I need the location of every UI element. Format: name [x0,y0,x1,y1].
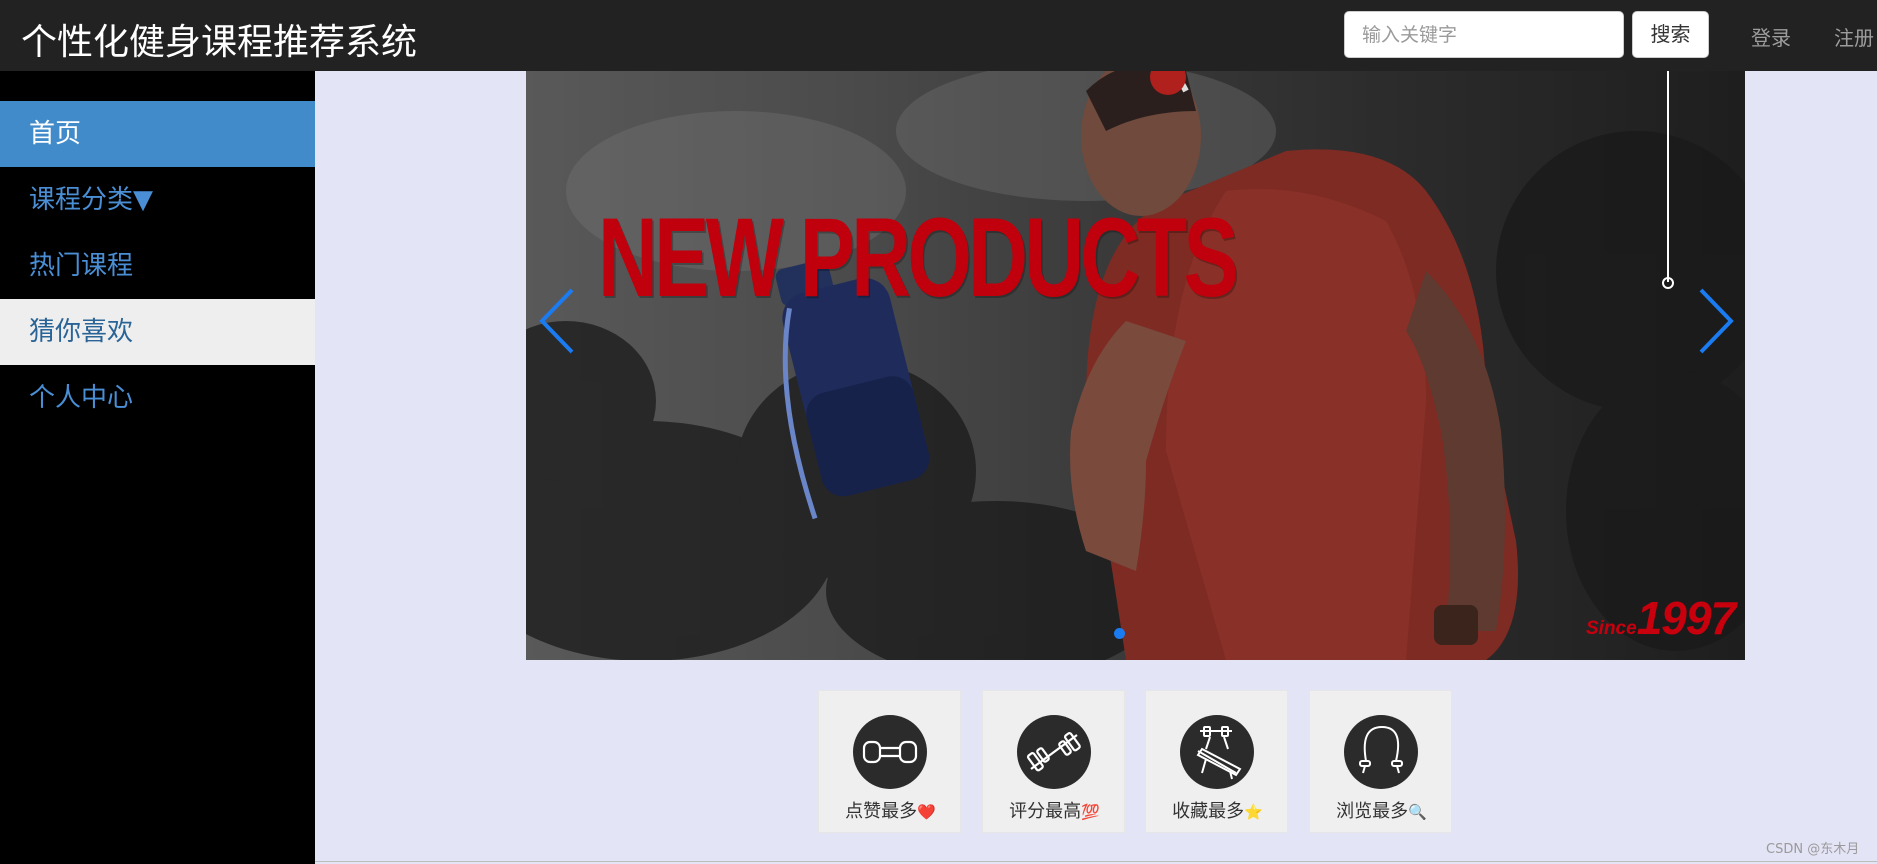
hundred-points-icon: 💯 [1081,803,1100,821]
barbell-icon [1017,715,1091,789]
dumbbell-icon [853,715,927,789]
banner-carousel[interactable]: NEW PRODUCTS Since1997 [526,71,1745,660]
carousel-indicator-dot[interactable] [1114,628,1125,639]
category-card-top-rated[interactable]: 评分最高💯 [982,690,1125,833]
category-card-most-liked[interactable]: 点赞最多❤️ [818,690,961,833]
category-label-text: 收藏最多 [1172,801,1245,822]
category-card-most-favorited[interactable]: 收藏最多⭐ [1145,690,1288,833]
watermark: CSDN @东木月 [1766,842,1860,857]
divider [315,861,1877,862]
search-button[interactable]: 搜索 [1632,11,1709,58]
app-title[interactable]: 个性化健身课程推荐系统 [21,13,417,65]
sidebar-item-home[interactable]: 首页 [0,101,315,167]
since-word: Since [1586,618,1637,639]
heart-icon: ❤️ [917,803,936,821]
since-year: 1997 [1636,592,1736,644]
category-card-most-viewed[interactable]: 浏览最多🔍 [1309,690,1452,833]
banner-image [526,71,1745,660]
sidebar: 首页 课程分类▼ 热门课程 猜你喜欢 个人中心 [0,71,315,864]
carousel-next-arrow-icon[interactable] [1691,286,1737,356]
sidebar-item-personal-center[interactable]: 个人中心 [0,365,315,431]
category-label: 评分最高💯 [983,797,1126,823]
banner-since-text: Since1997 [1586,591,1736,645]
top-navbar: 个性化健身课程推荐系统 搜索 登录 注册 [0,0,1877,71]
bench-icon [1180,715,1254,789]
sidebar-item-recommended[interactable]: 猜你喜欢 [0,299,315,365]
sidebar-item-popular-courses[interactable]: 热门课程 [0,233,315,299]
banner-headline: NEW PRODUCTS [598,195,1239,320]
magnifier-icon: 🔍 [1408,803,1427,821]
category-label: 浏览最多🔍 [1310,797,1453,823]
jump-rope-icon [1344,715,1418,789]
category-label-text: 浏览最多 [1336,801,1409,822]
login-link[interactable]: 登录 [1751,22,1791,51]
category-label: 收藏最多⭐ [1146,797,1289,823]
category-label: 点赞最多❤️ [819,797,962,823]
carousel-prev-arrow-icon[interactable] [536,286,582,356]
star-icon: ⭐ [1244,803,1263,821]
search-input[interactable] [1344,11,1624,58]
category-label-text: 点赞最多 [845,801,918,822]
register-link[interactable]: 注册 [1834,22,1874,51]
sidebar-item-course-categories[interactable]: 课程分类▼ [0,167,315,233]
category-label-text: 评分最高 [1009,801,1082,822]
